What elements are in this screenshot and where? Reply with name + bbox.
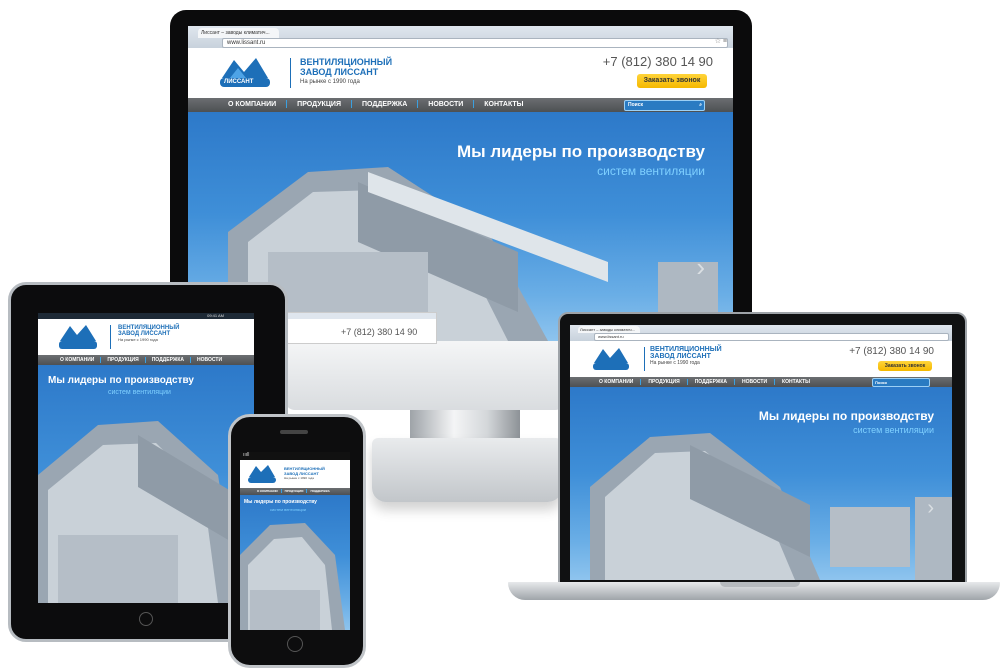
hero-subtitle: систем вентиляции: [270, 507, 306, 512]
company-name-line2: ЗАВОД ЛИССАНТ: [650, 353, 711, 360]
hero-subtitle: систем вентиляции: [108, 389, 171, 396]
browser-tab[interactable]: Лиссант – заводы климатич...: [198, 28, 279, 38]
main-nav: О КОМПАНИИ ПРОДУКЦИЯ ПОДДЕРЖКА: [240, 488, 350, 495]
address-bar[interactable]: www.lissant.ru: [594, 333, 949, 341]
company-since: На рынке с 1990 года: [118, 337, 158, 342]
hero-banner: Мы лидеры по производству систем вентиля…: [240, 495, 350, 630]
phone-number[interactable]: +7 (812) 380 14 90: [603, 54, 713, 69]
search-icon[interactable]: ⌕: [699, 101, 702, 110]
browser-chrome: Лиссант – заводы климатич... www.lissant…: [188, 26, 733, 48]
tablet-time: 09:41 AM: [207, 313, 224, 318]
tablet-screen: 09:41 AM ВЕНТИЛЯЦИОННЫЙ ЗАВОД ЛИССАНТ На…: [38, 313, 254, 603]
company-name-line2: ЗАВОД ЛИССАНТ: [300, 67, 379, 77]
header-divider: [290, 58, 291, 88]
main-nav: О КОМПАНИИ ПРОДУКЦИЯ ПОДДЕРЖКА НОВОСТИ КОНТА…: [570, 377, 952, 387]
home-button-icon[interactable]: [139, 612, 153, 626]
monitor-chin: [285, 340, 565, 410]
hero-subtitle: систем вентиляции: [853, 425, 934, 435]
phone-speaker: [280, 430, 308, 434]
inner-window-phone[interactable]: +7 (812) 380 14 90: [341, 327, 417, 337]
company-since: На рынке с 1990 года: [300, 79, 360, 85]
nav-item-news[interactable]: НОВОСТИ: [735, 377, 774, 387]
laptop-notch: [720, 582, 800, 587]
hero-title: Мы лидеры по производству: [244, 499, 317, 505]
search-input[interactable]: Поиск: [872, 378, 930, 387]
hero-title: Мы лидеры по производству: [48, 375, 194, 386]
hero-title: Мы лидеры по производству: [456, 142, 705, 161]
main-nav: О КОМПАНИИ ПРОДУКЦИЯ ПОДДЕРЖКА НОВОСТИ КОНТА…: [188, 98, 733, 112]
nav-item-products[interactable]: ПРОДУКЦИЯ: [641, 377, 686, 387]
logo[interactable]: ЛИССАНТ: [216, 56, 274, 90]
browser-tab[interactable]: Лиссант – заводы климатич...: [578, 326, 640, 333]
laptop-screen: Лиссант – заводы климатич... www.lissant…: [570, 325, 952, 580]
nav-item-support[interactable]: ПОДДЕРЖКА: [146, 355, 190, 365]
nav-item-news[interactable]: НОВОСТИ: [418, 98, 473, 112]
hero-ventilation-image: [38, 421, 254, 603]
star-icon[interactable]: ☆ ≡: [715, 37, 727, 45]
nav-item-about[interactable]: О КОМПАНИИ: [218, 98, 286, 112]
nav-item-products[interactable]: ПРОДУКЦИЯ: [287, 98, 351, 112]
logo-text: ЛИССАНТ: [224, 79, 254, 85]
nav-item-products[interactable]: ПРОДУКЦИЯ: [282, 488, 307, 495]
nav-item-products[interactable]: ПРОДУКЦИЯ: [101, 355, 144, 365]
nav-item-support[interactable]: ПОДДЕРЖКА: [307, 488, 332, 495]
site-header: ЛИССАНТ ВЕНТИЛЯЦИОННЫЙ ЗАВОД ЛИССАНТ На …: [188, 48, 733, 98]
call-button[interactable]: Заказать звонок: [878, 361, 932, 371]
monitor-stand-base: [372, 438, 562, 502]
logo[interactable]: [590, 346, 632, 372]
chevron-right-icon[interactable]: ›: [696, 252, 705, 283]
hero-banner: Мы лидеры по производству систем вентиля…: [570, 387, 952, 580]
call-button[interactable]: Заказать звонок: [637, 74, 707, 88]
nav-item-news[interactable]: НОВОСТИ: [191, 355, 228, 365]
nav-item-support[interactable]: ПОДДЕРЖКА: [688, 377, 734, 387]
nav-item-contacts[interactable]: КОНТАКТЫ: [775, 377, 817, 387]
hero-subtitle: систем вентиляции: [597, 164, 705, 178]
nav-item-support[interactable]: ПОДДЕРЖКА: [352, 98, 417, 112]
main-nav: О КОМПАНИИ ПРОДУКЦИЯ ПОДДЕРЖКА НОВОСТИ: [38, 355, 254, 365]
monitor-inner-window: +7 (812) 380 14 90: [285, 312, 437, 344]
phone-screen: ıııll ВЕНТИЛЯЦИОННЫЙ ЗАВОД ЛИССАНТ На ры…: [240, 452, 350, 630]
nav-item-contacts[interactable]: КОНТАКТЫ: [474, 98, 533, 112]
company-name-line1: ВЕНТИЛЯЦИОННЫЙ: [650, 346, 722, 353]
company-name-line1: ВЕНТИЛЯЦИОННЫЙ: [300, 57, 393, 67]
logo[interactable]: [56, 323, 100, 351]
phone-status-bar: ıııll: [240, 452, 350, 460]
address-bar[interactable]: www.lissant.ru: [222, 38, 728, 48]
chevron-right-icon[interactable]: ›: [927, 497, 934, 520]
hero-title: Мы лидеры по производству: [758, 409, 934, 423]
logo[interactable]: [246, 464, 278, 484]
company-since: На рынке с 1990 года: [284, 476, 314, 480]
company-since: На рынке с 1990 года: [650, 360, 700, 366]
phone-number[interactable]: +7 (812) 380 14 90: [849, 346, 934, 357]
phone-carrier: ıııll: [243, 452, 250, 458]
nav-item-about[interactable]: О КОМПАНИИ: [592, 377, 640, 387]
home-button-icon[interactable]: [287, 636, 303, 652]
search-input[interactable]: Поиск ⌕: [624, 100, 705, 111]
hero-ventilation-image: [240, 523, 345, 630]
nav-item-about[interactable]: О КОМПАНИИ: [54, 355, 100, 365]
nav-item-about[interactable]: О КОМПАНИИ: [254, 488, 281, 495]
hero-banner: Мы лидеры по производству систем вентиля…: [38, 365, 254, 603]
